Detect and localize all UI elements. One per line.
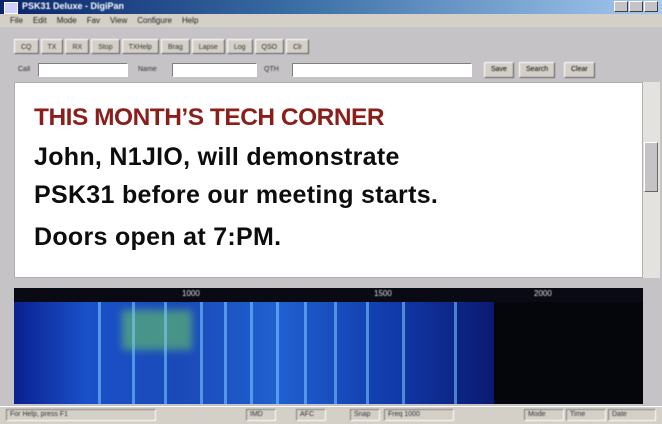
txhelp-button[interactable]: TXHelp: [121, 39, 159, 54]
status-time: Time: [566, 409, 606, 421]
freq-label-2000: 2000: [534, 289, 552, 298]
signal-trace: [250, 302, 253, 404]
save-button[interactable]: Save: [484, 62, 514, 78]
window-title: PSK31 Deluxe - DigiPan: [22, 1, 125, 11]
call-input[interactable]: [38, 63, 128, 77]
name-label: Name: [138, 66, 157, 73]
signal-trace: [164, 302, 167, 404]
qth-input[interactable]: [292, 63, 472, 77]
receive-scrollbar[interactable]: [643, 82, 660, 278]
window-controls: [614, 1, 658, 12]
maximize-button[interactable]: [629, 1, 643, 12]
brag-button[interactable]: Brag: [160, 39, 190, 54]
menu-configure[interactable]: Configure: [137, 14, 172, 27]
status-imd: IMD: [246, 409, 276, 421]
stop-button[interactable]: Stop: [91, 39, 120, 54]
signal-trace: [132, 302, 135, 404]
search-button[interactable]: Search: [519, 62, 556, 78]
rx-button[interactable]: RX: [65, 39, 90, 54]
waterfall-signal-band: [14, 302, 494, 404]
scroll-thumb[interactable]: [644, 142, 658, 192]
freq-label-1000: 1000: [182, 289, 200, 298]
menu-file[interactable]: File: [10, 14, 23, 27]
call-label: Call: [18, 66, 31, 73]
tx-button[interactable]: TX: [40, 39, 64, 54]
lapse-button[interactable]: Lapse: [191, 39, 225, 54]
minimize-button[interactable]: [614, 1, 628, 12]
app-window: PSK31 Deluxe - DigiPan File Edit Mode Fa…: [0, 0, 662, 424]
menu-mode[interactable]: Mode: [57, 14, 77, 27]
status-snap[interactable]: Snap: [350, 409, 380, 421]
announcement-line-1: John, N1JIO, will demonstrate: [34, 143, 400, 171]
signal-trace: [454, 302, 457, 404]
freq-label-1500: 1500: [374, 289, 392, 298]
menu-view[interactable]: View: [110, 14, 127, 27]
announcement-line-2: PSK31 before our meeting starts.: [34, 181, 439, 209]
announcement-title: THIS MONTH’S TECH CORNER: [34, 104, 385, 131]
qso-fields-row: Call Name QTH Save Search Clear: [14, 62, 604, 78]
name-input[interactable]: [172, 63, 257, 77]
signal-trace: [366, 302, 369, 404]
signal-trace: [224, 302, 227, 404]
cq-button[interactable]: CQ: [14, 39, 39, 54]
macro-toolbar: CQ TX RX Stop TXHelp Brag Lapse Log QSO …: [14, 39, 310, 55]
status-bar: For Help, press F1 IMD AFC Snap Freq 100…: [0, 406, 662, 424]
close-button[interactable]: [644, 1, 658, 12]
status-help: For Help, press F1: [6, 409, 156, 421]
frequency-scale: 1000 1500 2000: [14, 288, 643, 302]
menu-edit[interactable]: Edit: [33, 14, 47, 27]
log-button[interactable]: Log: [226, 39, 253, 54]
signal-trace: [98, 302, 101, 404]
waterfall-display[interactable]: [14, 302, 643, 404]
qth-label: QTH: [264, 66, 279, 73]
signal-trace: [200, 302, 203, 404]
signal-trace: [276, 302, 279, 404]
announcement-overlay: THIS MONTH’S TECH CORNER John, N1JIO, wi…: [16, 87, 641, 267]
status-freq: Freq 1000: [384, 409, 454, 421]
menu-bar: File Edit Mode Fav View Configure Help: [0, 14, 662, 27]
app-icon: [4, 2, 18, 14]
signal-trace: [334, 302, 337, 404]
menu-help[interactable]: Help: [182, 14, 198, 27]
announcement-line-3: Doors open at 7:PM.: [34, 223, 282, 251]
clear-button[interactable]: Clear: [564, 62, 595, 78]
clear-rx-button[interactable]: Clr: [286, 39, 310, 54]
menu-fav[interactable]: Fav: [87, 14, 100, 27]
title-bar: PSK31 Deluxe - DigiPan: [0, 0, 662, 14]
status-afc[interactable]: AFC: [296, 409, 326, 421]
signal-trace: [402, 302, 405, 404]
qso-button[interactable]: QSO: [254, 39, 285, 54]
status-date: Date: [608, 409, 656, 421]
signal-trace: [304, 302, 307, 404]
status-mode: Mode: [524, 409, 564, 421]
